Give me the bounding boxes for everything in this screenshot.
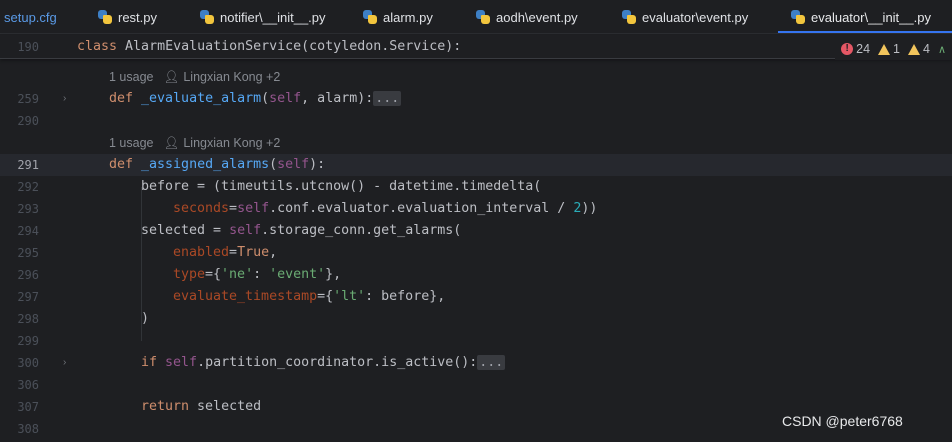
code-line[interactable]: 300 › if self.partition_coordinator.is_a… bbox=[0, 352, 952, 374]
code-vision-hint[interactable]: 1 usage 👤︎ Lingxian Kong +2 bbox=[109, 132, 280, 154]
code-editor[interactable]: 259 › def _evaluate_alarm(self, alarm):.… bbox=[0, 35, 952, 442]
line-number: 295 bbox=[17, 246, 39, 260]
tab-label: evaluator\__init__.py bbox=[811, 9, 931, 25]
line-number: 259 bbox=[17, 92, 39, 106]
python-file-icon bbox=[98, 10, 112, 24]
usages-hint[interactable]: 1 usage bbox=[109, 136, 153, 150]
tab-notifier-init-py[interactable]: notifier\__init__.py bbox=[200, 0, 326, 33]
line-number: 308 bbox=[17, 422, 39, 436]
code-line-current[interactable]: 291 def _assigned_alarms(self): bbox=[0, 154, 952, 176]
author-hint[interactable]: Lingxian Kong +2 bbox=[183, 70, 280, 84]
line-number: 190 bbox=[17, 40, 39, 54]
tab-aodh-event-py[interactable]: aodh\event.py bbox=[476, 0, 578, 33]
code-text: def _assigned_alarms(self): bbox=[109, 157, 326, 172]
tab-label: notifier\__init__.py bbox=[220, 9, 326, 25]
code-text: evaluate_timestamp={'lt': before}, bbox=[173, 289, 446, 304]
python-file-icon bbox=[476, 10, 490, 24]
sticky-code-text: class AlarmEvaluationService(cotyledon.S… bbox=[77, 39, 462, 54]
line-number: 290 bbox=[17, 114, 39, 128]
tab-label: setup.cfg bbox=[4, 9, 57, 25]
line-number: 296 bbox=[17, 268, 39, 282]
line-number: 293 bbox=[17, 202, 39, 216]
weak-warning-icon bbox=[907, 43, 920, 55]
errors-count[interactable]: ! 24 bbox=[841, 42, 870, 56]
code-text: def _evaluate_alarm(self, alarm):... bbox=[109, 91, 402, 106]
tab-setup-cfg[interactable]: setup.cfg bbox=[4, 0, 57, 33]
watermark: CSDN @peter6768 bbox=[782, 413, 903, 429]
code-line[interactable]: 292 before = (timeutils.utcnow() - datet… bbox=[0, 176, 952, 198]
line-number: 298 bbox=[17, 312, 39, 326]
line-number: 291 bbox=[17, 158, 39, 172]
code-text: return selected bbox=[141, 399, 262, 414]
python-file-icon bbox=[791, 10, 805, 24]
line-number: 294 bbox=[17, 224, 39, 238]
code-line[interactable]: 293 seconds=self.conf.evaluator.evaluati… bbox=[0, 198, 952, 220]
weak-warnings-count[interactable]: 4 bbox=[907, 42, 930, 56]
code-line[interactable]: 259 › def _evaluate_alarm(self, alarm):.… bbox=[0, 88, 952, 110]
line-number: 307 bbox=[17, 400, 39, 414]
code-line[interactable]: 294 selected = self.storage_conn.get_ala… bbox=[0, 220, 952, 242]
tab-label: aodh\event.py bbox=[496, 9, 578, 25]
python-file-icon bbox=[363, 10, 377, 24]
code-line[interactable]: 297 evaluate_timestamp={'lt': before}, bbox=[0, 286, 952, 308]
code-text: seconds=self.conf.evaluator.evaluation_i… bbox=[173, 201, 598, 216]
tab-evaluator-event-py[interactable]: evaluator\event.py bbox=[622, 0, 749, 33]
folded-region: ... bbox=[477, 355, 506, 370]
tab-label: alarm.py bbox=[383, 9, 433, 25]
active-tab-indicator bbox=[778, 31, 952, 33]
line-number: 297 bbox=[17, 290, 39, 304]
line-number: 299 bbox=[17, 334, 39, 348]
code-line[interactable]: 298 ) bbox=[0, 308, 952, 330]
warning-icon bbox=[878, 43, 891, 55]
tab-rest-py[interactable]: rest.py bbox=[98, 0, 158, 33]
folded-region: ... bbox=[373, 91, 402, 106]
code-line[interactable]: 296 type={'ne': 'event'}, bbox=[0, 264, 952, 286]
fold-chevron-icon[interactable]: › bbox=[63, 88, 66, 110]
code-text: ) bbox=[141, 311, 150, 326]
code-text: selected = self.storage_conn.get_alarms( bbox=[141, 223, 462, 238]
inspections-widget[interactable]: ! 24 1 4 ∧ bbox=[835, 38, 952, 60]
error-icon: ! bbox=[841, 43, 854, 55]
code-line[interactable]: 306 bbox=[0, 374, 952, 396]
python-file-icon bbox=[622, 10, 636, 24]
tab-label: evaluator\event.py bbox=[642, 9, 749, 25]
line-number: 292 bbox=[17, 180, 39, 194]
code-line[interactable]: 299 bbox=[0, 330, 952, 352]
code-line[interactable]: 295 enabled=True, bbox=[0, 242, 952, 264]
python-file-icon bbox=[200, 10, 214, 24]
warnings-count[interactable]: 1 bbox=[878, 42, 900, 56]
person-icon: 👤︎ bbox=[163, 136, 180, 150]
code-text: enabled=True, bbox=[173, 245, 278, 260]
author-hint[interactable]: Lingxian Kong +2 bbox=[183, 136, 280, 150]
tab-evaluator-init-py[interactable]: evaluator\__init__.py bbox=[791, 0, 931, 33]
code-vision-hint[interactable]: 1 usage 👤︎ Lingxian Kong +2 bbox=[109, 66, 280, 88]
code-text: if self.partition_coordinator.is_active(… bbox=[141, 355, 506, 370]
editor-tab-bar: setup.cfg rest.py notifier\__init__.py a… bbox=[0, 0, 952, 34]
tab-label: rest.py bbox=[118, 9, 158, 25]
code-line[interactable]: 290 bbox=[0, 110, 952, 132]
chevron-up-icon[interactable]: ∧ bbox=[938, 43, 946, 56]
fold-chevron-icon[interactable]: › bbox=[63, 352, 66, 374]
code-text: before = (timeutils.utcnow() - datetime.… bbox=[141, 179, 542, 194]
line-number: 306 bbox=[17, 378, 39, 392]
code-text: type={'ne': 'event'}, bbox=[173, 267, 342, 282]
person-icon: 👤︎ bbox=[163, 70, 180, 84]
sticky-scroll-header[interactable]: 190 class AlarmEvaluationService(cotyled… bbox=[0, 35, 952, 59]
line-number: 300 bbox=[17, 356, 39, 370]
usages-hint[interactable]: 1 usage bbox=[109, 70, 153, 84]
tab-alarm-py[interactable]: alarm.py bbox=[363, 0, 433, 33]
